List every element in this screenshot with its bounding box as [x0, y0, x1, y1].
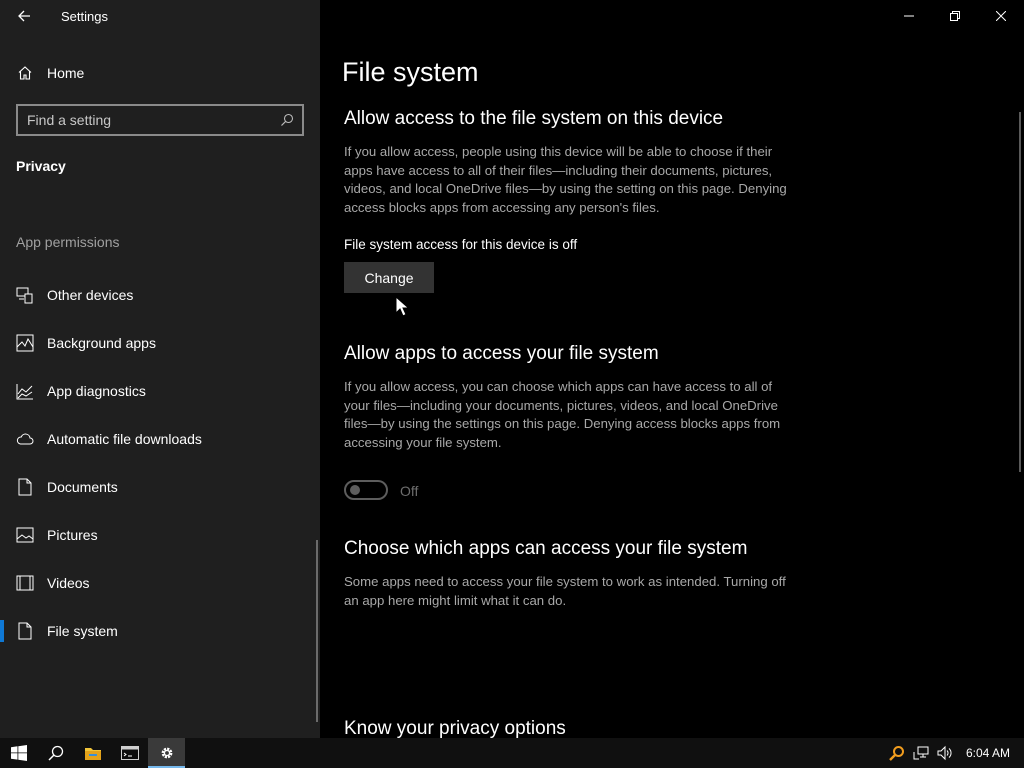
sidebar-item-file-system[interactable]: File system	[0, 607, 320, 655]
home-icon	[18, 66, 32, 80]
search-icon[interactable]	[280, 113, 294, 127]
section-heading-choose-apps: Choose which apps can access your file s…	[344, 538, 748, 559]
sidebar-item-label: Documents	[47, 479, 118, 495]
taskbar: 6:04 AM	[0, 738, 1024, 768]
sidebar-item-label: File system	[47, 623, 118, 639]
network-icon[interactable]	[913, 745, 929, 761]
command-prompt-icon	[120, 746, 139, 760]
section-description-choose-apps: Some apps need to access your file syste…	[344, 574, 786, 608]
taskbar-search-button[interactable]	[37, 738, 74, 768]
search-icon	[47, 745, 63, 761]
nav-list: Other devices Background apps App diagno…	[0, 271, 320, 655]
search-box[interactable]	[16, 104, 304, 136]
taskbar-clock[interactable]: 6:04 AM	[966, 746, 1010, 760]
section-heading-app-access: Allow apps to access your file system	[344, 343, 659, 364]
app-title: Settings	[61, 9, 108, 24]
section-title-privacy: Privacy	[16, 158, 66, 174]
file-explorer-icon	[84, 748, 101, 760]
sidebar-item-app-diagnostics[interactable]: App diagnostics	[0, 367, 320, 415]
main-scrollbar[interactable]	[1019, 112, 1021, 472]
restore-button[interactable]	[932, 0, 978, 32]
sidebar-item-pictures[interactable]: Pictures	[0, 511, 320, 559]
taskbar-settings[interactable]	[148, 738, 185, 768]
sidebar-item-label: Home	[47, 65, 85, 81]
mouse-cursor-icon	[395, 296, 409, 317]
sidebar-item-documents[interactable]: Documents	[0, 463, 320, 511]
app-access-toggle[interactable]	[344, 480, 388, 500]
document-icon	[18, 478, 32, 496]
background-apps-icon	[16, 334, 34, 352]
section-description-device-access: If you allow access, people using this d…	[344, 144, 787, 215]
start-icon	[10, 745, 27, 761]
section-heading-device-access: Allow access to the file system on this …	[344, 108, 724, 129]
sidebar-item-home[interactable]: Home	[0, 56, 320, 90]
taskbar-file-explorer[interactable]	[74, 738, 111, 768]
section-heading-privacy-options: Know your privacy options	[344, 718, 566, 738]
device-access-status: File system access for this device is of…	[344, 237, 578, 252]
sidebar-item-background-apps[interactable]: Background apps	[0, 319, 320, 367]
sidebar-item-label: App diagnostics	[47, 383, 146, 399]
title-bar: Settings	[0, 0, 320, 32]
sidebar-item-label: Videos	[47, 575, 90, 591]
cloud-icon	[16, 433, 34, 445]
back-button[interactable]	[8, 2, 40, 30]
settings-gear-icon	[161, 747, 172, 759]
section-description-app-access: If you allow access, you can choose whic…	[344, 379, 781, 450]
sidebar: Settings Home Privacy App permissions Ot…	[0, 0, 320, 738]
volume-icon[interactable]	[937, 745, 953, 761]
sidebar-item-label: Background apps	[47, 335, 156, 351]
toggle-knob	[350, 485, 360, 495]
main-content: File system Allow access to the file sys…	[320, 0, 1024, 738]
close-icon	[996, 11, 1006, 21]
picture-icon	[16, 527, 34, 543]
other-devices-icon	[16, 287, 33, 304]
video-icon	[16, 575, 34, 591]
restore-icon	[950, 11, 960, 21]
sidebar-item-other-devices[interactable]: Other devices	[0, 271, 320, 319]
taskbar-command-prompt[interactable]	[111, 738, 148, 768]
change-button[interactable]: Change	[344, 262, 434, 293]
minimize-button[interactable]	[886, 0, 932, 32]
toggle-state-label: Off	[400, 483, 419, 499]
file-icon	[18, 622, 32, 640]
sidebar-item-videos[interactable]: Videos	[0, 559, 320, 607]
search-input[interactable]	[27, 111, 272, 129]
sidebar-item-automatic-file-downloads[interactable]: Automatic file downloads	[0, 415, 320, 463]
page-title: File system	[342, 57, 479, 87]
sidebar-scrollbar[interactable]	[316, 540, 318, 722]
back-arrow-icon	[18, 10, 30, 22]
sidebar-item-label: Other devices	[47, 287, 134, 303]
group-label-app-permissions: App permissions	[16, 234, 120, 250]
sidebar-item-label: Automatic file downloads	[47, 431, 202, 447]
sidebar-item-label: Pictures	[47, 527, 98, 543]
app-diagnostics-icon	[16, 384, 33, 400]
selection-indicator	[0, 620, 4, 642]
close-button[interactable]	[978, 0, 1024, 32]
start-button[interactable]	[0, 738, 37, 768]
search-tray-icon[interactable]	[889, 745, 905, 761]
minimize-icon	[904, 15, 914, 17]
